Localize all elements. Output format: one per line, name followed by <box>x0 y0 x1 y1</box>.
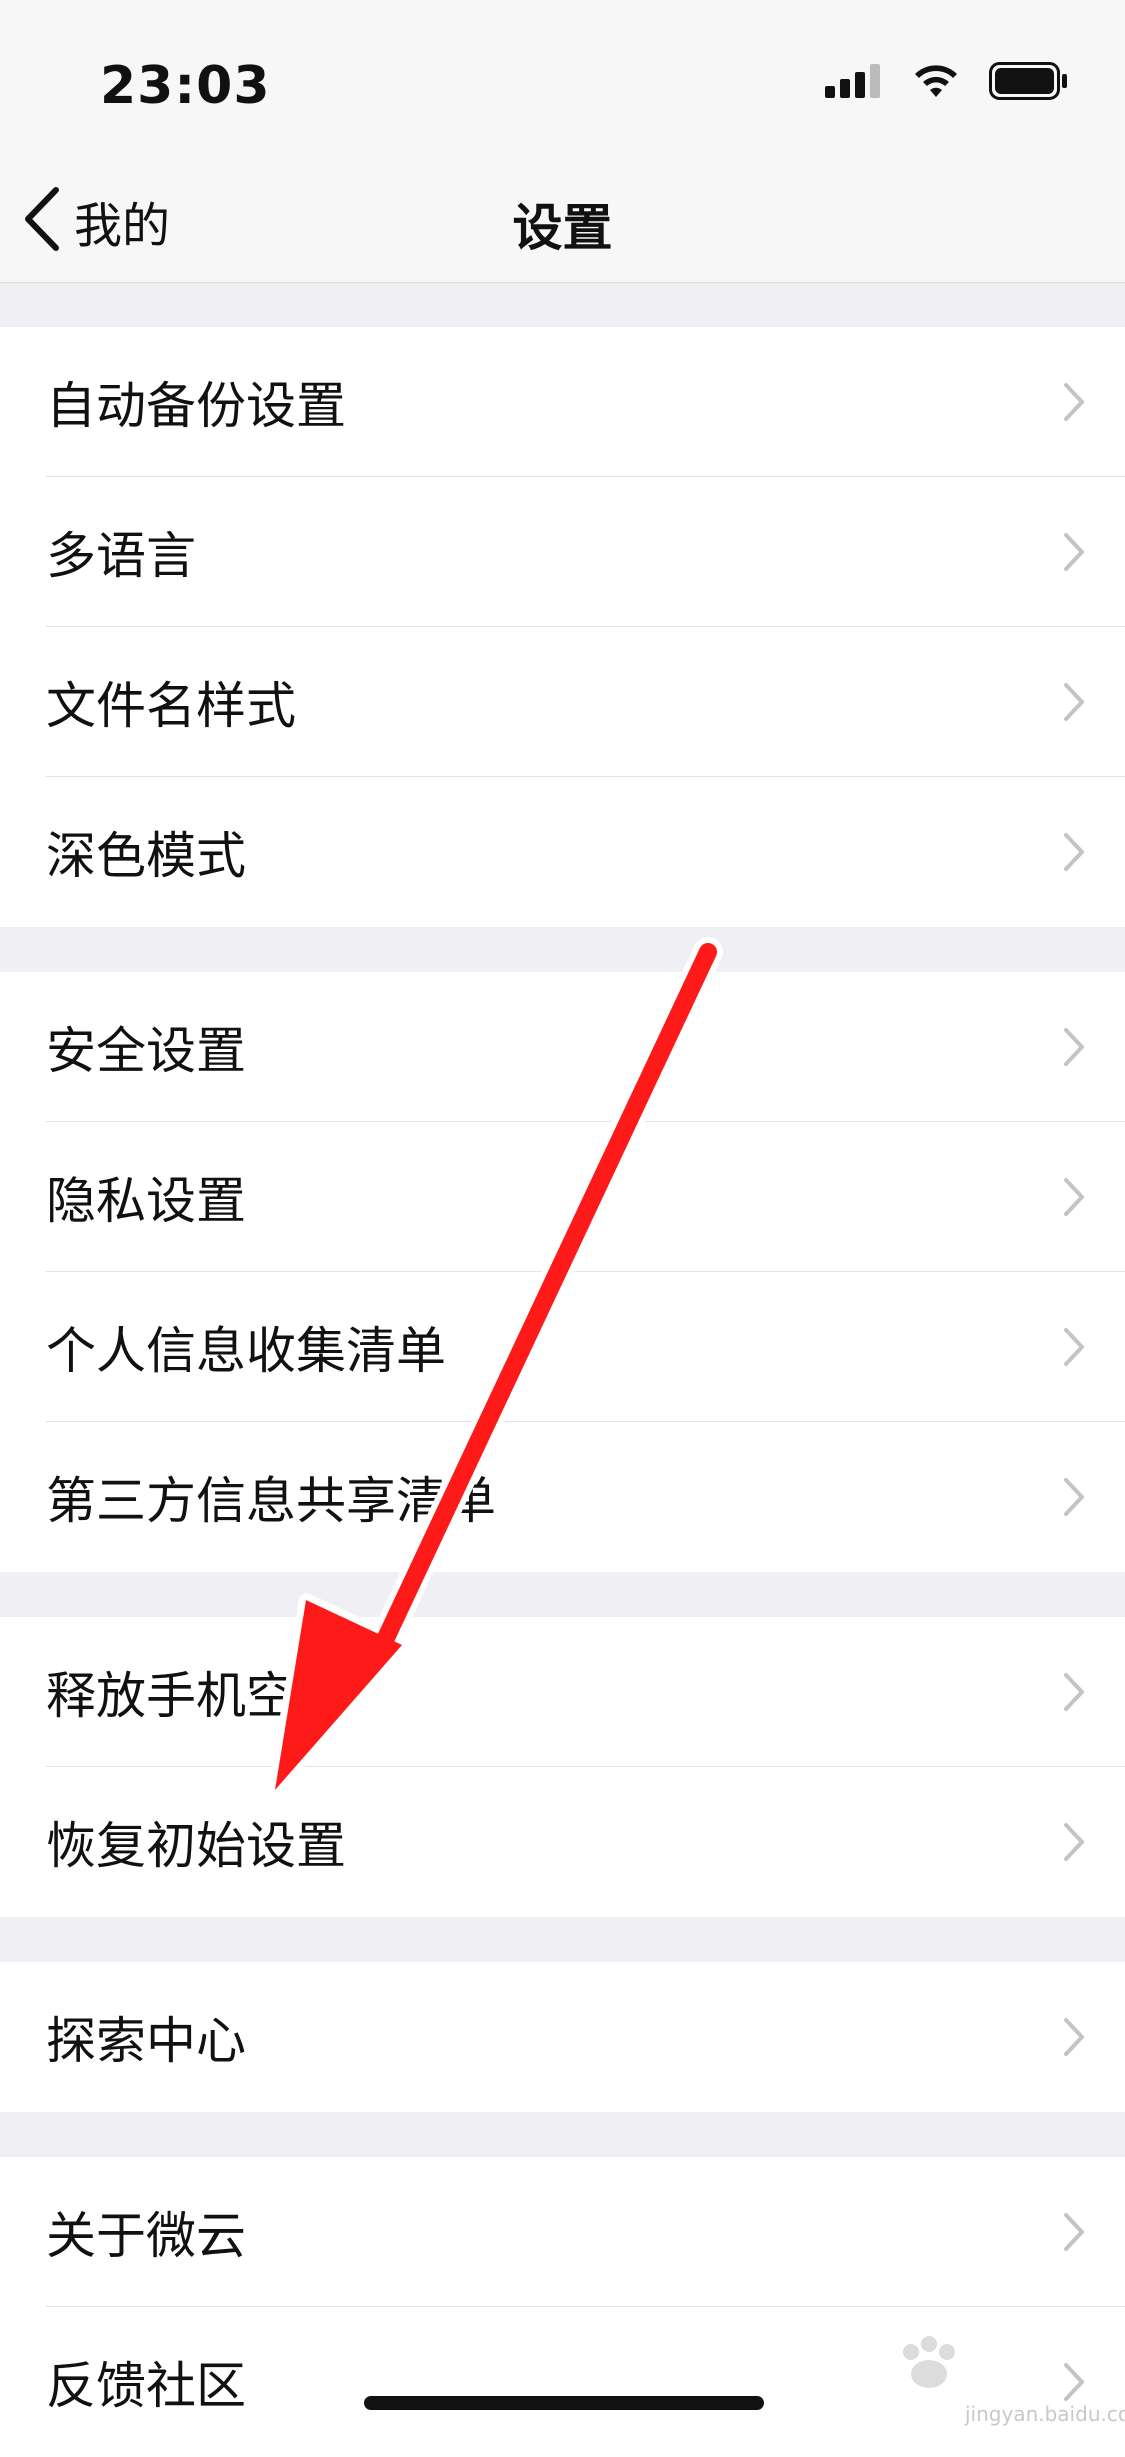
home-indicator <box>364 2396 764 2410</box>
battery-icon <box>989 62 1069 104</box>
list-item-label: 第三方信息共享清单 <box>46 1472 496 1530</box>
list-item-label: 反馈社区 <box>46 2357 246 2415</box>
list-item-label: 多语言 <box>46 527 196 585</box>
chevron-right-icon <box>1063 2212 1085 2256</box>
settings-group-security: 安全设置 隐私设置 个人信息收集清单 第三方信息共享清单 <box>0 972 1125 1572</box>
chevron-right-icon <box>1063 1672 1085 1716</box>
list-item-privacy-settings[interactable]: 隐私设置 <box>0 1122 1125 1272</box>
list-item-label: 隐私设置 <box>46 1172 246 1230</box>
list-item-third-party-sharing-list[interactable]: 第三方信息共享清单 <box>0 1422 1125 1572</box>
status-bar: 23:03 <box>0 0 1125 160</box>
chevron-right-icon <box>1063 1177 1085 1221</box>
chevron-right-icon <box>1063 1477 1085 1521</box>
list-item-restore-defaults[interactable]: 恢复初始设置 <box>0 1767 1125 1917</box>
list-item-label: 释放手机空间 <box>46 1667 346 1725</box>
list-item-explore-center[interactable]: 探索中心 <box>0 1962 1125 2112</box>
cellular-signal-icon <box>825 64 883 102</box>
status-time: 23:03 <box>100 56 271 116</box>
list-item-label: 探索中心 <box>46 2012 246 2070</box>
chevron-right-icon <box>1063 1822 1085 1866</box>
chevron-right-icon <box>1063 832 1085 876</box>
settings-group-general: 自动备份设置 多语言 文件名样式 深色模式 <box>0 327 1125 927</box>
wifi-icon <box>911 63 961 103</box>
list-item-label: 个人信息收集清单 <box>46 1322 446 1380</box>
chevron-right-icon <box>1063 532 1085 576</box>
settings-group-explore: 探索中心 <box>0 1962 1125 2112</box>
list-item-filename-style[interactable]: 文件名样式 <box>0 627 1125 777</box>
list-item-label: 自动备份设置 <box>46 377 346 435</box>
chevron-right-icon <box>1063 1027 1085 1071</box>
chevron-right-icon <box>1063 1327 1085 1371</box>
navigation-bar: 我的 设置 <box>0 160 1125 283</box>
chevron-right-icon <box>1063 2017 1085 2061</box>
list-item-language[interactable]: 多语言 <box>0 477 1125 627</box>
list-item-label: 恢复初始设置 <box>46 1817 346 1875</box>
list-item-label: 深色模式 <box>46 827 246 885</box>
chevron-right-icon <box>1063 382 1085 426</box>
chevron-right-icon <box>1063 682 1085 726</box>
list-item-personal-info-list[interactable]: 个人信息收集清单 <box>0 1272 1125 1422</box>
list-item-free-phone-space[interactable]: 释放手机空间 <box>0 1617 1125 1767</box>
watermark-logo: jingyan.baidu.com <box>885 2330 1125 2430</box>
settings-group-storage: 释放手机空间 恢复初始设置 <box>0 1617 1125 1917</box>
list-item-label: 关于微云 <box>46 2207 246 2265</box>
list-item-label: 安全设置 <box>46 1022 246 1080</box>
list-item-label: 文件名样式 <box>46 677 296 735</box>
watermark-text: jingyan.baidu.com <box>965 2402 1125 2426</box>
list-item-dark-mode[interactable]: 深色模式 <box>0 777 1125 927</box>
status-icons <box>825 62 1069 104</box>
list-item-security-settings[interactable]: 安全设置 <box>0 972 1125 1122</box>
page-title: 设置 <box>512 199 613 257</box>
list-item-auto-backup[interactable]: 自动备份设置 <box>0 327 1125 477</box>
list-item-about-weiyun[interactable]: 关于微云 <box>0 2157 1125 2307</box>
